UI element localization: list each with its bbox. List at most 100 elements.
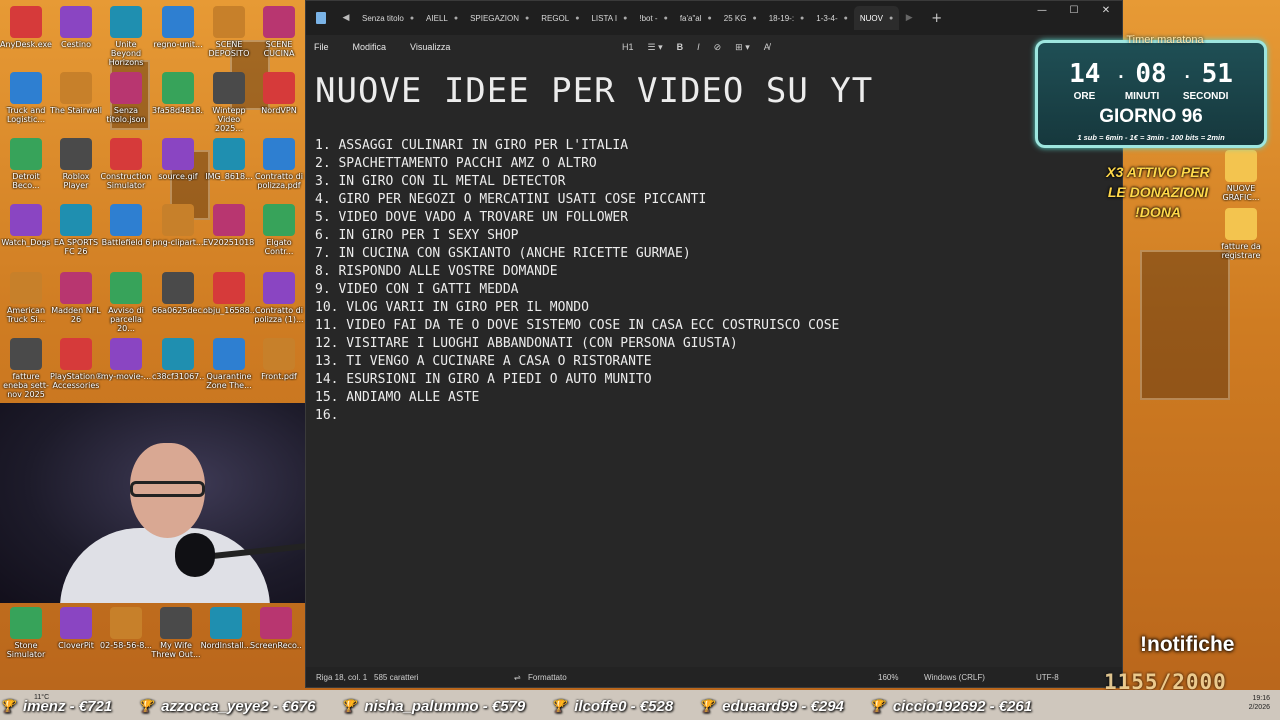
desktop-icon[interactable]: 66a0625dec...: [152, 272, 204, 315]
desktop-icon[interactable]: c38cf31067...: [152, 338, 204, 381]
donation-text: ilcoffe0 - €528: [574, 697, 674, 715]
desktop-icon[interactable]: EA SPORTS FC 26: [50, 204, 102, 256]
format-mode[interactable]: Formattato: [528, 673, 567, 682]
scroll-tabs-left-icon[interactable]: ◀: [336, 13, 356, 23]
desktop-icon-label: Contratto di polizza (1)...: [254, 306, 304, 324]
desktop-icon[interactable]: obju_16588...: [203, 272, 255, 315]
desktop-icon[interactable]: ScreenReco...: [250, 607, 302, 650]
desktop-icon[interactable]: regno-unit...: [152, 6, 204, 49]
desktop-icon[interactable]: Wintepp Video 2025...: [203, 72, 255, 133]
unsaved-dot-icon[interactable]: ●: [889, 15, 893, 22]
tab[interactable]: 18-19-: ●: [763, 6, 811, 30]
desktop-icon-label: 66a0625dec...: [152, 306, 204, 315]
menu-visualizza[interactable]: Visualizza: [410, 42, 450, 52]
desktop-icon[interactable]: NordInstall...: [200, 607, 252, 650]
desktop-icon[interactable]: Roblox Player: [50, 138, 102, 190]
app-icon: [60, 607, 92, 639]
desktop-icon[interactable]: Watch_Dogs: [0, 204, 52, 247]
unsaved-dot-icon[interactable]: ●: [844, 15, 848, 22]
desktop-icon[interactable]: Contratto di polizza.pdf: [253, 138, 305, 190]
unsaved-dot-icon[interactable]: ●: [575, 15, 579, 22]
desktop-icon-label: Detroit Beco...: [12, 172, 40, 190]
desktop-icon[interactable]: 02-58-56-8...: [100, 607, 152, 650]
tab[interactable]: NUOV ●: [853, 6, 900, 30]
donation-entry: 🏆 azzocca_yeye2 - €676: [138, 698, 315, 715]
desktop-icon[interactable]: Detroit Beco...: [0, 138, 52, 190]
desktop-icon[interactable]: SCENE CUCINA: [253, 6, 305, 58]
tab[interactable]: AIELL ●: [420, 6, 464, 30]
unsaved-dot-icon[interactable]: ●: [800, 15, 804, 22]
desktop-icon[interactable]: png-clipart...: [152, 204, 204, 247]
desktop-icon[interactable]: NordVPN: [253, 72, 305, 115]
desktop-icon[interactable]: Quarantine Zone The...: [203, 338, 255, 390]
tab[interactable]: 1-3-4- ●: [810, 6, 854, 30]
unsaved-dot-icon[interactable]: ●: [410, 15, 414, 22]
tab[interactable]: Senza titolo ●: [356, 6, 420, 30]
heading-dropdown[interactable]: H1: [622, 42, 634, 52]
close-button[interactable]: ✕: [1090, 1, 1122, 23]
desktop-icon-label: Wintepp Video 2025...: [212, 106, 246, 133]
list-item: 6. IN GIRO PER I SEXY SHOP: [315, 228, 519, 243]
unsaved-dot-icon[interactable]: ●: [623, 15, 627, 22]
text-editor[interactable]: NUOVE IDEE PER VIDEO SU YT 1. ASSAGGI CU…: [306, 59, 1122, 665]
tab[interactable]: SPIEGAZION ●: [464, 6, 535, 30]
streamer-glasses: [130, 481, 205, 497]
scroll-tabs-right-icon[interactable]: ▶: [899, 13, 919, 23]
zoom-level[interactable]: 160%: [878, 673, 898, 682]
menu-file[interactable]: File: [314, 42, 329, 52]
tab[interactable]: !bot - ●: [633, 6, 673, 30]
desktop-icon[interactable]: CloverPit: [50, 607, 102, 650]
desktop-icon[interactable]: Unite Beyond Horizons: [100, 6, 152, 67]
new-tab-button[interactable]: +: [931, 11, 942, 26]
line-ending[interactable]: Windows (CRLF): [924, 673, 985, 682]
desktop-icon[interactable]: American Truck Si...: [0, 272, 52, 324]
italic-icon[interactable]: I: [697, 42, 700, 52]
seconds-label: SECONDI: [1182, 91, 1229, 102]
desktop-icon[interactable]: AnyDesk.exe: [0, 6, 52, 49]
tab[interactable]: LISTA I ●: [585, 6, 633, 30]
taskbar-clock[interactable]: 19:16 2/2026: [1249, 694, 1270, 712]
desktop-icon[interactable]: source.gif: [152, 138, 204, 181]
tab[interactable]: fa'a"al ●: [674, 6, 718, 30]
desktop-icon[interactable]: my-movie-...: [100, 338, 152, 381]
desktop-icon[interactable]: The Stairwell: [50, 72, 102, 115]
desktop-icon[interactable]: Truck and Logistic...: [0, 72, 52, 124]
clear-format-icon[interactable]: A̸: [764, 42, 770, 52]
list-icon[interactable]: ☰ ▾: [648, 42, 663, 53]
link-icon[interactable]: ⊘: [714, 42, 722, 53]
table-icon[interactable]: ⊞ ▾: [735, 42, 750, 53]
desktop-icon[interactable]: 3fa58d4818...: [152, 72, 204, 115]
maximize-button[interactable]: ☐: [1058, 1, 1090, 23]
desktop-icon[interactable]: Cestino: [50, 6, 102, 49]
desktop-icon[interactable]: Avviso di parcella 20...: [100, 272, 152, 333]
desktop-icon[interactable]: Contratto di polizza (1)...: [253, 272, 305, 324]
menu-modifica[interactable]: Modifica: [353, 42, 387, 52]
unsaved-dot-icon[interactable]: ●: [752, 15, 756, 22]
desktop-icon[interactable]: SCENE DEPOSITO: [203, 6, 255, 58]
unsaved-dot-icon[interactable]: ●: [454, 15, 458, 22]
donation-multiplier: X3 ATTIVO PER LE DONAZIONI !DONA: [1068, 162, 1248, 222]
desktop-icon[interactable]: PlayStation® Accessories: [50, 338, 102, 390]
desktop-icon-label: regno-unit...: [153, 40, 203, 49]
desktop-icon[interactable]: Front.pdf: [253, 338, 305, 381]
desktop-icon[interactable]: Construction Simulator: [100, 138, 152, 190]
unsaved-dot-icon[interactable]: ●: [664, 15, 668, 22]
desktop-icon[interactable]: My Wife Threw Out...: [150, 607, 202, 659]
bold-icon[interactable]: B: [677, 42, 684, 52]
desktop-icon[interactable]: IMG_8618...: [203, 138, 255, 181]
desktop-icon[interactable]: Senza titolo.json: [100, 72, 152, 124]
desktop-icon-label: The Stairwell: [50, 106, 102, 115]
desktop-icon[interactable]: Battlefield 6: [100, 204, 152, 247]
tab[interactable]: REGOL ●: [535, 6, 585, 30]
encoding[interactable]: UTF-8: [1036, 673, 1059, 682]
tab-label: AIELL: [426, 13, 448, 23]
tab[interactable]: 25 KG ●: [718, 6, 763, 30]
unsaved-dot-icon[interactable]: ●: [525, 15, 529, 22]
desktop-icon[interactable]: Elgato Contr...: [253, 204, 305, 256]
unsaved-dot-icon[interactable]: ●: [708, 15, 712, 22]
desktop-icon[interactable]: Stone Simulator: [0, 607, 52, 659]
desktop-icon[interactable]: EV20251018...: [203, 204, 255, 247]
desktop-icon[interactable]: fatture eneba sett-nov 2025: [0, 338, 52, 399]
minimize-button[interactable]: —: [1026, 1, 1058, 23]
desktop-icon[interactable]: Madden NFL 26: [50, 272, 102, 324]
